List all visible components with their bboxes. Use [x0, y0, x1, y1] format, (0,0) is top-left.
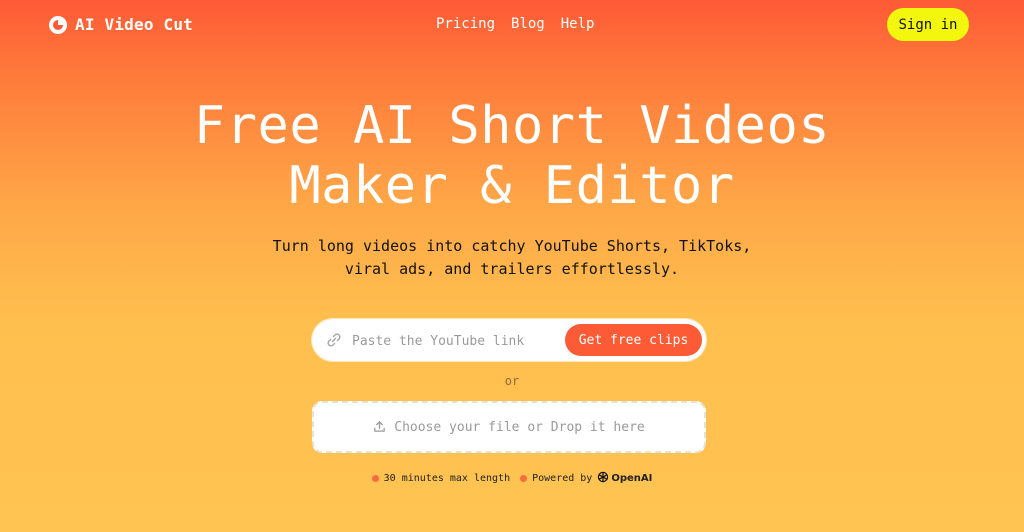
drop-zone-label: Choose your file or Drop it here — [394, 419, 645, 435]
nav-link-help[interactable]: Help — [561, 16, 595, 32]
upload-icon — [373, 418, 386, 437]
youtube-link-form: Get free clips — [312, 319, 706, 361]
hero-title: Free AI Short Videos Maker & Editor — [0, 96, 1024, 216]
brand-logo-icon — [49, 15, 67, 34]
hero-subtitle: Turn long videos into catchy YouTube Sho… — [0, 235, 1024, 281]
hero-title-line-2: Maker & Editor — [289, 156, 735, 216]
footnotes: 30 minutes max length Powered by OpenAI — [0, 471, 1024, 486]
youtube-link-input[interactable] — [350, 329, 569, 353]
brand-home-link[interactable]: AI Video Cut — [49, 15, 193, 34]
brand-name: AI Video Cut — [75, 15, 193, 34]
or-separator: or — [504, 374, 520, 388]
powered-by-note: Powered by OpenAI — [520, 471, 652, 486]
bullet-dot-icon — [520, 475, 528, 482]
main-nav: Pricing Blog Help — [436, 16, 594, 32]
hero-title-line-1: Free AI Short Videos — [193, 96, 831, 156]
max-length-text: 30 minutes max length — [383, 473, 511, 484]
file-drop-zone[interactable]: Choose your file or Drop it here — [312, 401, 706, 453]
nav-link-blog[interactable]: Blog — [511, 16, 545, 32]
openai-icon — [597, 471, 609, 486]
hero-subtitle-line-2: viral ads, and trailers effortlessly. — [344, 260, 680, 278]
get-free-clips-button[interactable]: Get free clips — [565, 324, 702, 356]
bullet-dot-icon — [371, 475, 379, 482]
hero-subtitle-line-1: Turn long videos into catchy YouTube Sho… — [272, 237, 752, 255]
powered-by-text: Powered by — [532, 473, 593, 484]
nav-link-pricing[interactable]: Pricing — [436, 16, 495, 32]
openai-logo: OpenAI — [597, 471, 652, 486]
openai-name: OpenAI — [611, 473, 653, 484]
site-header: AI Video Cut Pricing Blog Help Sign in — [0, 0, 1024, 50]
sign-in-button[interactable]: Sign in — [887, 8, 969, 41]
max-length-note: 30 minutes max length — [371, 473, 511, 484]
link-icon — [326, 332, 342, 348]
